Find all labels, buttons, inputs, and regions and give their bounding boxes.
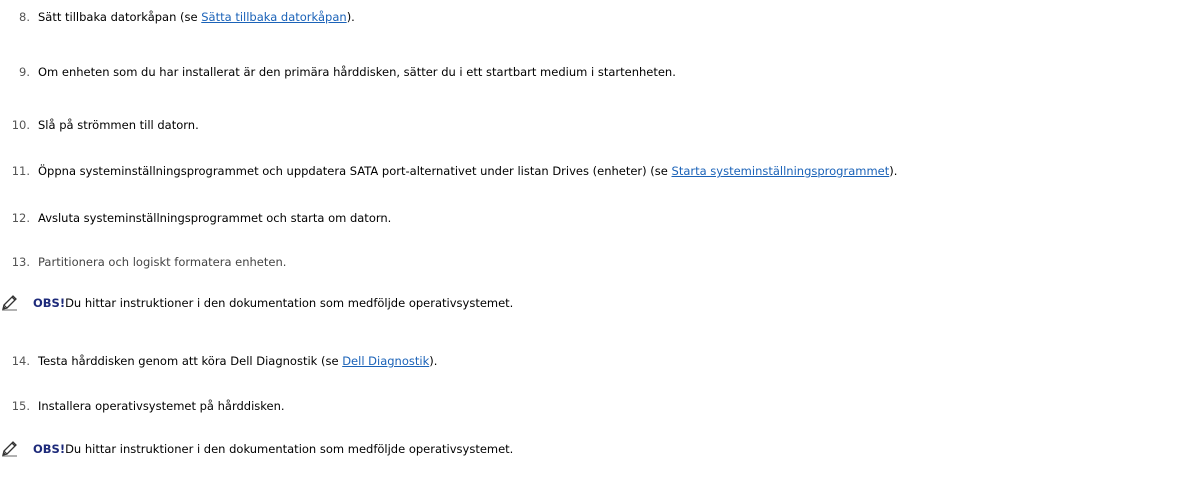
step-13: 13. Partitionera och logiskt formatera en… <box>0 254 287 270</box>
step-9: 9. Om enheten som du har installerat är d… <box>0 64 676 80</box>
step-number: 14. <box>11 354 30 368</box>
step-text: Om enheten som du har installerat är den… <box>38 65 676 79</box>
note-2: OBS! Du hittar instruktioner i den dokum… <box>0 440 513 458</box>
step-text-end: ). <box>429 354 438 368</box>
step-text: Öppna systeminställningsprogrammet och u… <box>38 164 406 178</box>
step-number: 11. <box>11 164 30 178</box>
link-dell-diagnostics[interactable]: Dell Diagnostik <box>342 354 429 368</box>
note-text: Du hittar instruktioner i den dokumentat… <box>65 442 514 456</box>
pencil-note-icon <box>1 441 19 457</box>
step-number: 8. <box>19 10 30 24</box>
step-number: 12. <box>11 211 30 225</box>
note-1: OBS! Du hittar instruktioner i den dokum… <box>0 294 513 312</box>
step-text: Slå på strömmen till datorn. <box>38 118 199 132</box>
step-text-end: ). <box>346 10 355 24</box>
step-12: 12. Avsluta systeminställningsprogrammet … <box>0 210 392 226</box>
note-text: Du hittar instruktioner i den dokumentat… <box>65 296 514 310</box>
step-15: 15. Installera operativsystemet på hårddi… <box>0 398 285 414</box>
link-replace-cover[interactable]: Sätta tillbaka datorkåpan <box>201 10 346 24</box>
pencil-note-icon <box>1 295 19 311</box>
note-label: OBS! <box>33 442 66 456</box>
note-label: OBS! <box>33 296 66 310</box>
step-text: Sätt tillbaka datorkåpan (se <box>38 10 202 24</box>
step-number: 13. <box>11 255 30 269</box>
step-text: Testa hårddisken genom att köra Dell Dia… <box>38 354 343 368</box>
step-text: Avsluta systeminställningsprogrammet och… <box>38 211 392 225</box>
step-14: 14. Testa hårddisken genom att köra Dell … <box>0 353 438 369</box>
step-text-end: ). <box>889 164 898 178</box>
step-10: 10. Slå på strömmen till datorn. <box>0 117 199 133</box>
step-11: 11. Öppna systeminställningsprogrammet oc… <box>0 163 898 179</box>
step-number: 10. <box>11 118 30 132</box>
step-text: Partitionera och logiskt formatera enhet… <box>38 255 287 269</box>
step-number: 15. <box>11 399 30 413</box>
link-start-system-setup[interactable]: Starta systeminställningsprogrammet <box>672 164 890 178</box>
step-text-middle: -alternativet under listan Drives (enhet… <box>405 164 672 178</box>
step-text: Installera operativsystemet på hårddiske… <box>38 399 285 413</box>
step-number: 9. <box>19 65 30 79</box>
step-8: 8. Sätt tillbaka datorkåpan (se Sätta til… <box>0 9 355 25</box>
